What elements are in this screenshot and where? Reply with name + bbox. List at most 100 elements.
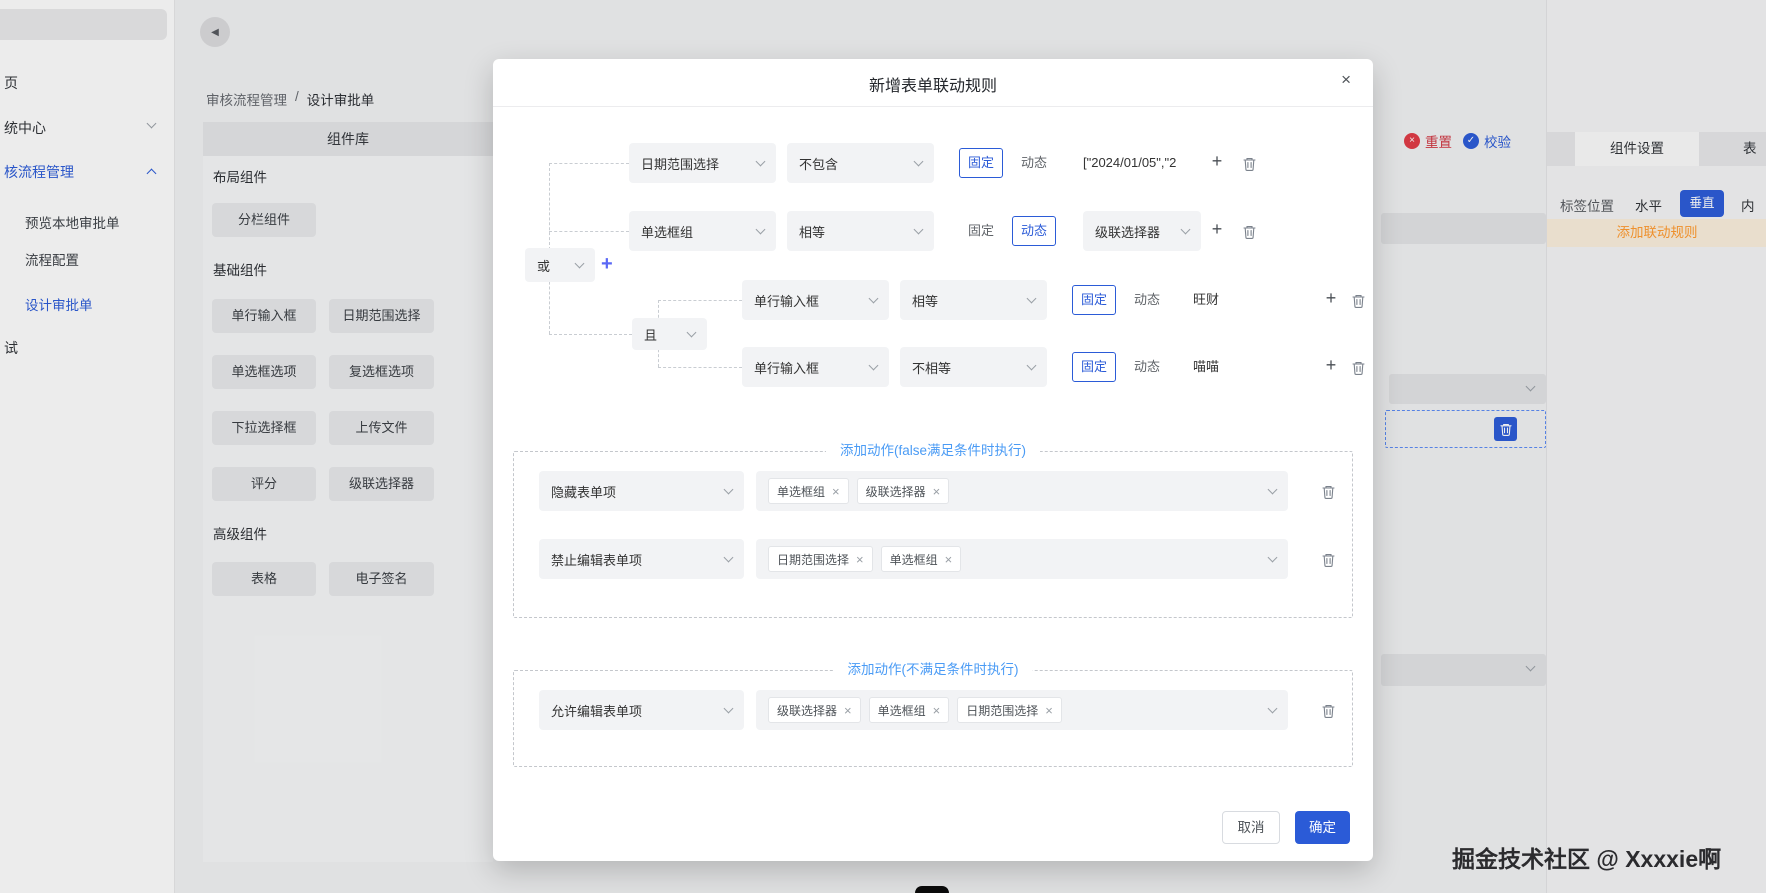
tag: 单选框组 × <box>880 546 962 572</box>
modal-divider <box>493 106 1373 107</box>
condition-field-select[interactable]: 单选框组 <box>629 211 776 251</box>
add-condition-button[interactable]: + <box>1207 151 1227 171</box>
chevron-down-icon <box>755 156 766 167</box>
select-value: 不相等 <box>912 360 952 376</box>
tag-close-icon[interactable]: × <box>844 704 852 717</box>
condition-value-input[interactable]: 喵喵 <box>1193 347 1303 387</box>
delete-condition-button[interactable] <box>1348 292 1368 310</box>
tag-close-icon[interactable]: × <box>933 704 941 717</box>
mode-dynamic-button[interactable]: 动态 <box>1012 148 1056 178</box>
tag-close-icon[interactable]: × <box>856 553 864 566</box>
condition-field-select[interactable]: 单行输入框 <box>742 347 889 387</box>
add-condition-button[interactable]: + <box>1207 219 1227 239</box>
chevron-down-icon <box>1267 552 1278 563</box>
mode-fixed-button[interactable]: 固定 <box>959 216 1003 246</box>
tag-label: 日期范围选择 <box>777 552 850 567</box>
select-value: 相等 <box>912 293 939 309</box>
tag-close-icon[interactable]: × <box>933 485 941 498</box>
select-value: 相等 <box>799 224 826 240</box>
mode-fixed-button[interactable]: 固定 <box>1072 285 1116 315</box>
action-group-false-title[interactable]: 添加动作(false满足条件时执行) <box>825 441 1041 461</box>
trash-icon <box>1242 158 1256 171</box>
tag-label: 级联选择器 <box>865 484 926 499</box>
add-linkage-rule-modal: 新增表单联动规则 × 日期范围选择 不包含 固定 动态 ["2024/01/05… <box>493 59 1373 861</box>
chevron-down-icon <box>913 156 924 167</box>
condition-field-select[interactable]: 单行输入框 <box>742 280 889 320</box>
condition-operator-select[interactable]: 不包含 <box>787 143 934 183</box>
tag-close-icon[interactable]: × <box>945 553 953 566</box>
chevron-down-icon <box>755 224 766 235</box>
tag-label: 单选框组 <box>877 703 926 718</box>
condition-operator-select[interactable]: 不相等 <box>900 347 1047 387</box>
delete-action-button[interactable] <box>1318 551 1338 569</box>
tag-label: 单选框组 <box>777 484 826 499</box>
mode-dynamic-button[interactable]: 动态 <box>1012 216 1056 246</box>
watermark: 掘金技术社区 @ Xxxxie啊 <box>1452 846 1722 872</box>
action-target-multiselect[interactable]: 日期范围选择 × 单选框组 × <box>756 539 1288 579</box>
cancel-button[interactable]: 取消 <box>1222 811 1280 844</box>
tag: 单选框组 × <box>768 478 849 504</box>
select-value: 单选框组 <box>641 224 694 240</box>
condition-operator-select[interactable]: 相等 <box>900 280 1047 320</box>
selected-tags: 单选框组 × 级联选择器 × <box>768 478 950 504</box>
chevron-down-icon <box>1180 224 1191 235</box>
condition-field-select[interactable]: 日期范围选择 <box>629 143 776 183</box>
chevron-down-icon <box>868 360 879 371</box>
add-condition-button[interactable]: + <box>1321 355 1341 375</box>
trash-icon <box>1351 295 1365 308</box>
select-value: 隐藏表单项 <box>551 484 617 500</box>
chevron-down-icon <box>868 293 879 304</box>
bottom-indicator <box>915 886 949 893</box>
tag: 单选框组 × <box>868 697 950 723</box>
action-type-select[interactable]: 禁止编辑表单项 <box>539 539 744 579</box>
tag-close-icon[interactable]: × <box>832 485 840 498</box>
add-condition-group-button[interactable]: + <box>601 253 613 276</box>
tag-label: 单选框组 <box>889 552 938 567</box>
mode-fixed-button[interactable]: 固定 <box>1072 352 1116 382</box>
trash-icon <box>1321 486 1335 499</box>
condition-operator-select[interactable]: 相等 <box>787 211 934 251</box>
condition-row: 日期范围选择 不包含 固定 动态 ["2024/01/05","2 + <box>493 143 1373 183</box>
condition-value-input[interactable]: ["2024/01/05","2 <box>1083 143 1205 183</box>
close-icon[interactable]: × <box>1341 70 1351 90</box>
selected-tags: 日期范围选择 × 单选框组 × <box>768 546 962 572</box>
select-value: 单行输入框 <box>754 293 820 309</box>
action-type-select[interactable]: 隐藏表单项 <box>539 471 744 511</box>
mode-dynamic-button[interactable]: 动态 <box>1125 285 1169 315</box>
chevron-down-icon <box>1267 484 1278 495</box>
delete-condition-button[interactable] <box>1239 223 1259 241</box>
action-target-multiselect[interactable]: 级联选择器 × 单选框组 × 日期范围选择 × <box>756 690 1288 730</box>
logic-operator-select[interactable]: 或 <box>525 248 595 282</box>
delete-action-button[interactable] <box>1318 483 1338 501</box>
chevron-down-icon <box>723 703 734 714</box>
app-root: 页 统中心 核流程管理 预览本地审批单 流程配置 设计审批单 试 ◀ 审核流程管… <box>0 0 1766 893</box>
trash-icon <box>1321 705 1335 718</box>
nested-logic-operator-select[interactable]: 且 <box>632 318 707 350</box>
action-group-unmet-title[interactable]: 添加动作(不满足条件时执行) <box>833 660 1033 680</box>
chevron-down-icon <box>913 224 924 235</box>
delete-condition-button[interactable] <box>1239 155 1259 173</box>
action-type-select[interactable]: 允许编辑表单项 <box>539 690 744 730</box>
tag: 级联选择器 × <box>856 478 950 504</box>
trash-icon <box>1351 362 1365 375</box>
condition-value-input[interactable]: 旺财 <box>1193 280 1303 320</box>
chevron-down-icon <box>1267 703 1278 714</box>
tag-close-icon[interactable]: × <box>1045 704 1053 717</box>
action-row: 隐藏表单项 单选框组 × 级联选择器 × <box>493 471 1373 511</box>
select-value: 且 <box>644 327 658 343</box>
delete-action-button[interactable] <box>1318 702 1338 720</box>
delete-condition-button[interactable] <box>1348 359 1368 377</box>
modal-title: 新增表单联动规则 <box>868 78 997 95</box>
mode-fixed-button[interactable]: 固定 <box>959 148 1003 178</box>
confirm-button[interactable]: 确定 <box>1295 811 1350 844</box>
condition-value-select[interactable]: 级联选择器 <box>1083 211 1201 251</box>
select-value: 日期范围选择 <box>641 156 720 172</box>
select-value: 或 <box>537 258 551 274</box>
add-condition-button[interactable]: + <box>1321 288 1341 308</box>
tag-label: 级联选择器 <box>777 703 838 718</box>
mode-dynamic-button[interactable]: 动态 <box>1125 352 1169 382</box>
tag-label: 日期范围选择 <box>966 703 1039 718</box>
action-target-multiselect[interactable]: 单选框组 × 级联选择器 × <box>756 471 1288 511</box>
condition-row: 单行输入框 不相等 固定 动态 喵喵 + <box>493 347 1373 387</box>
select-value: 级联选择器 <box>1095 224 1161 240</box>
